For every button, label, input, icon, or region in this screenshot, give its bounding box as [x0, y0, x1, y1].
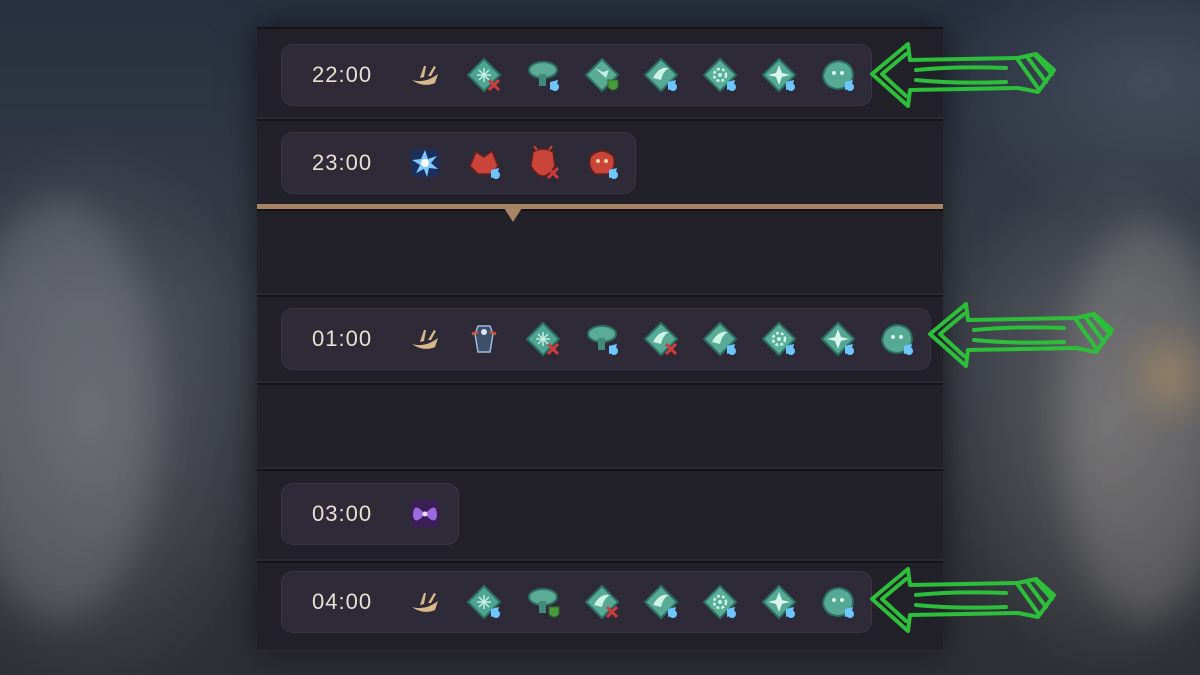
red-demon-crossed-icon[interactable] — [524, 144, 562, 182]
wing-crossed-icon[interactable] — [583, 583, 621, 621]
wing-blue-icon[interactable] — [642, 583, 680, 621]
background-blur-left — [0, 200, 160, 620]
schedule-entry[interactable]: 22:00 — [281, 44, 872, 106]
beast-blue-icon[interactable] — [878, 320, 916, 358]
star-blue-icon[interactable] — [760, 583, 798, 621]
frost-burst-icon[interactable] — [406, 144, 444, 182]
event-icons — [406, 495, 444, 533]
highlight-arrow-icon — [868, 565, 1058, 635]
wing-blue-icon[interactable] — [701, 320, 739, 358]
schedule-entry[interactable]: 01:00 — [281, 308, 931, 370]
mushroom-tree-shield-icon[interactable] — [524, 583, 562, 621]
gear-blue-icon[interactable] — [701, 56, 739, 94]
event-icons — [406, 583, 857, 621]
event-icons — [406, 320, 916, 358]
star-blue-icon[interactable] — [819, 320, 857, 358]
event-icons — [406, 144, 621, 182]
highlight-arrow-icon — [926, 300, 1116, 370]
time-label: 23:00 — [312, 150, 373, 175]
purple-butterfly-icon[interactable] — [406, 495, 444, 533]
ship-icon[interactable] — [406, 56, 444, 94]
background-blur-right-warm — [1140, 340, 1200, 410]
red-creature-blue-icon[interactable] — [583, 144, 621, 182]
time-label: 22:00 — [312, 62, 373, 87]
time-label: 01:00 — [312, 326, 373, 351]
time-label: 03:00 — [312, 501, 373, 526]
red-beast-blue-icon[interactable] — [465, 144, 503, 182]
bloodstone-crossed-icon[interactable] — [524, 320, 562, 358]
armored-figure-icon[interactable] — [465, 320, 503, 358]
bloodstone-crossed-icon[interactable] — [465, 56, 503, 94]
ship-icon[interactable] — [406, 320, 444, 358]
hour-row-bg — [257, 383, 943, 469]
mushroom-tree-icon[interactable] — [583, 320, 621, 358]
bloodstone-blue-icon[interactable] — [465, 583, 503, 621]
star-blue-icon[interactable] — [760, 56, 798, 94]
shield-emblem-icon[interactable] — [583, 56, 621, 94]
beast-blue-icon[interactable] — [819, 583, 857, 621]
event-icons — [406, 56, 857, 94]
highlight-arrow-icon — [868, 40, 1058, 110]
schedule-entry[interactable]: 04:00 — [281, 571, 872, 633]
wing-crossed-icon[interactable] — [642, 320, 680, 358]
current-time-marker — [504, 208, 522, 222]
schedule-entry[interactable]: 23:00 — [281, 132, 636, 194]
event-schedule-panel: 22:00 23:00 01:00 03:00 04:00 — [257, 27, 943, 652]
mushroom-tree-icon[interactable] — [524, 56, 562, 94]
gear-blue-icon[interactable] — [701, 583, 739, 621]
background-blur-right — [1060, 220, 1200, 620]
current-time-divider — [257, 204, 943, 209]
beast-blue-icon[interactable] — [819, 56, 857, 94]
schedule-entry[interactable]: 03:00 — [281, 483, 459, 545]
hour-row-bg — [257, 209, 943, 295]
ship-icon[interactable] — [406, 583, 444, 621]
wing-blue-icon[interactable] — [642, 56, 680, 94]
gear-blue-icon[interactable] — [760, 320, 798, 358]
time-label: 04:00 — [312, 589, 373, 614]
